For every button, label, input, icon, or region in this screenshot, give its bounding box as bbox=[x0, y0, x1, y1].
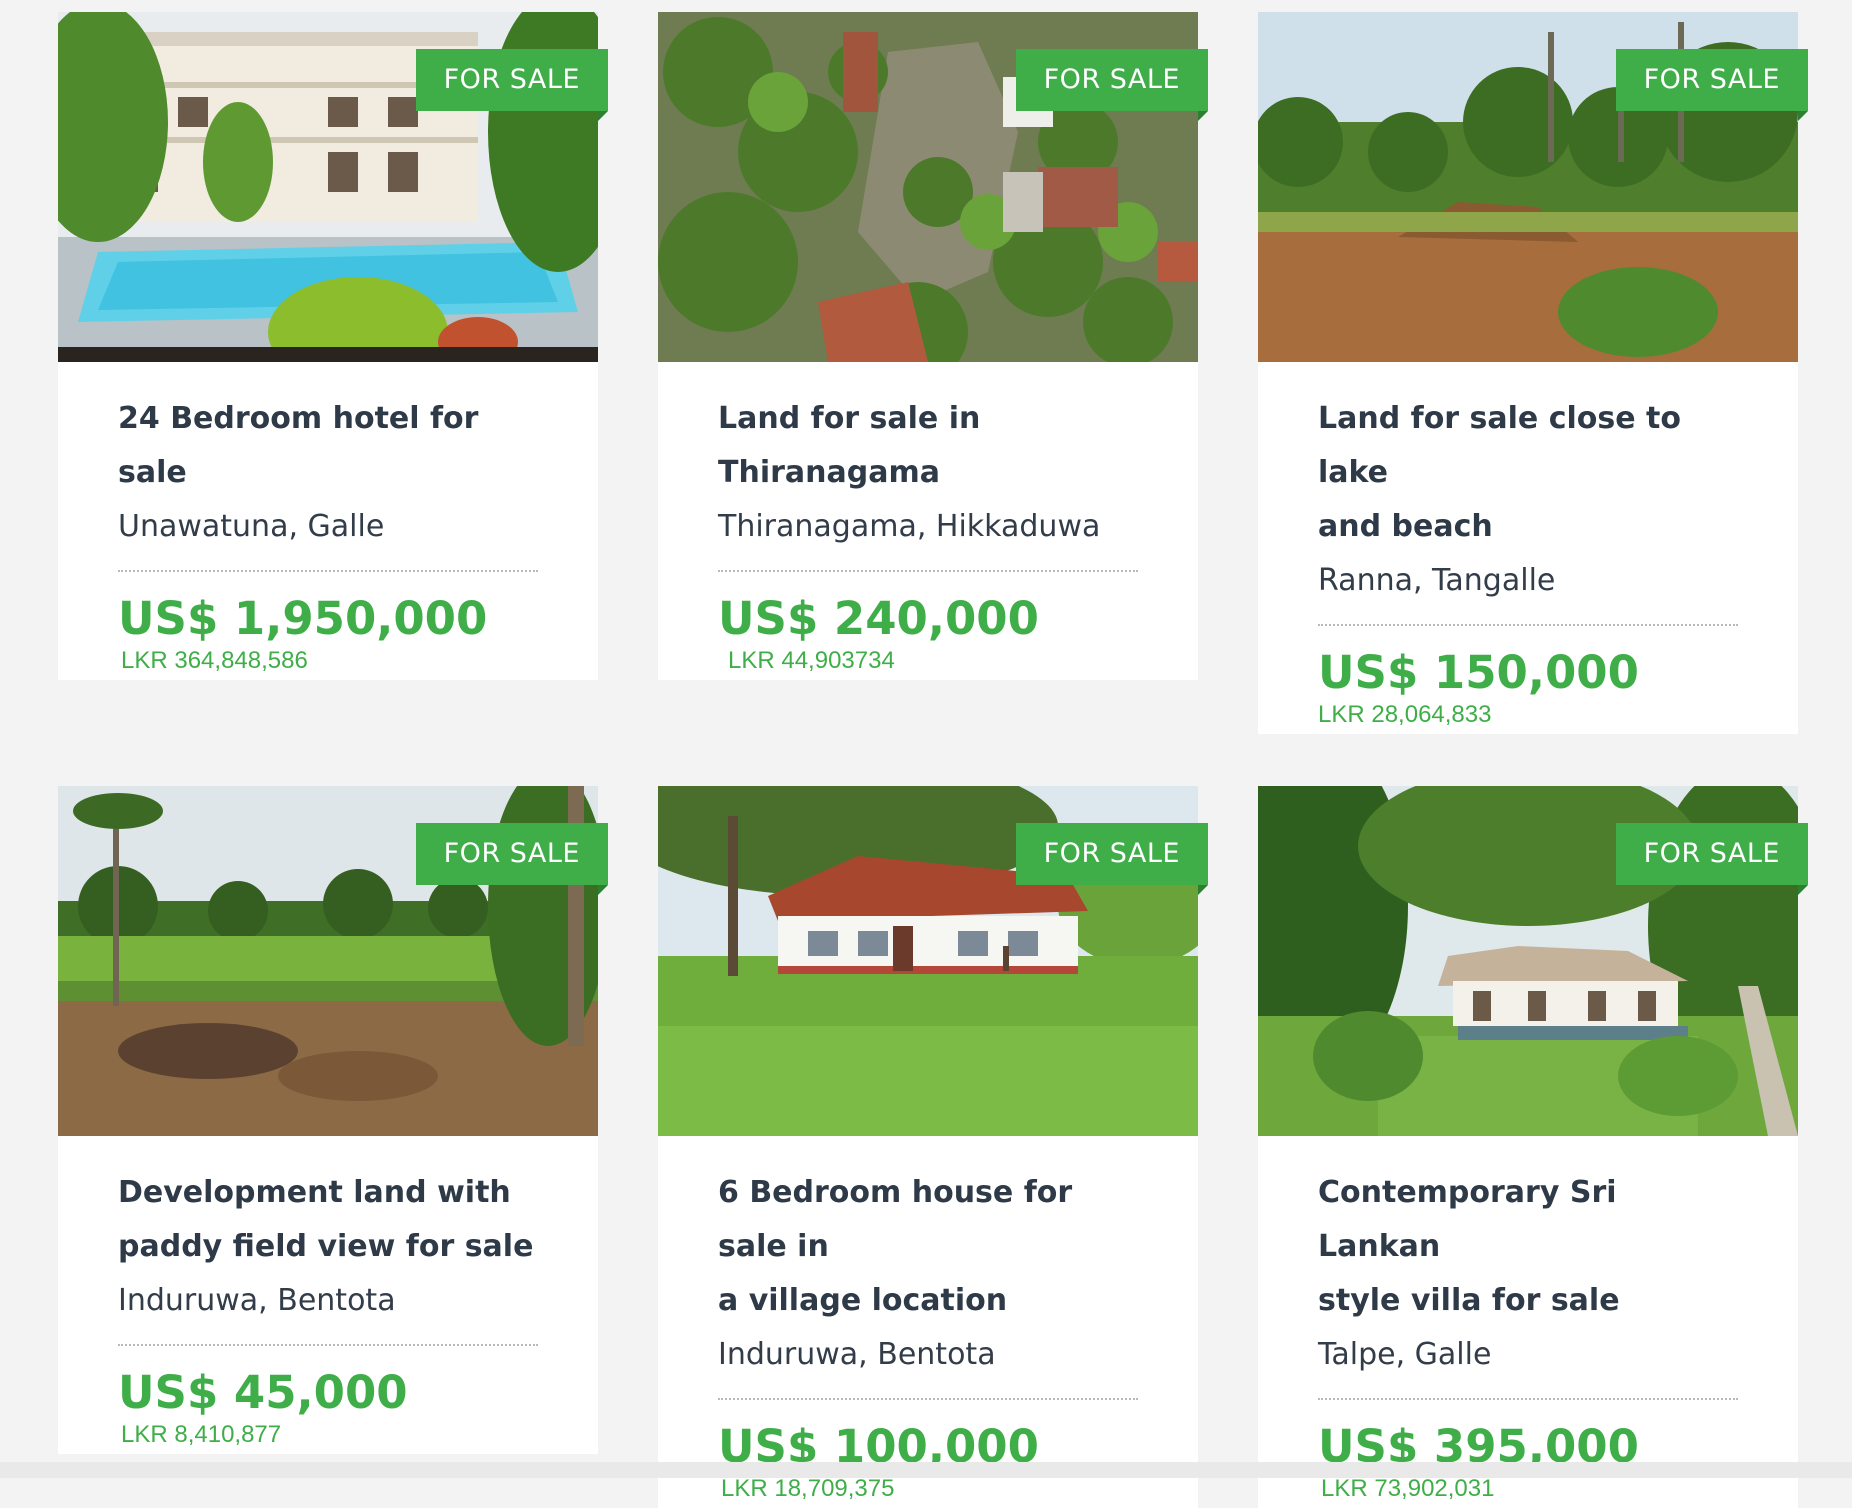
title-line: Land for sale close to lake bbox=[1318, 401, 1681, 490]
listing-card[interactable]: FOR SALE Development land with paddy fie… bbox=[58, 786, 609, 1454]
title-line: 6 Bedroom house for sale in bbox=[718, 1175, 1073, 1264]
listing-location: Induruwa, Bentota bbox=[718, 1337, 996, 1372]
divider bbox=[718, 570, 1138, 572]
title-line: and beach bbox=[1318, 509, 1493, 544]
listing-card[interactable]: FOR SALE Land for sale in Thiranagama Th… bbox=[658, 12, 1209, 680]
divider bbox=[118, 1344, 538, 1346]
title-line: Land for sale in bbox=[718, 401, 981, 436]
title-line: a village location bbox=[718, 1283, 1008, 1318]
title-line: Thiranagama bbox=[718, 455, 940, 490]
price-lkr: LKR 8,410,877 bbox=[121, 1421, 282, 1448]
price-lkr: LKR 28,064,833 bbox=[1318, 701, 1492, 728]
hotel-with-pool-photo[interactable]: FOR SALE bbox=[58, 12, 609, 362]
price-lkr: LKR 44,903734 bbox=[728, 647, 895, 674]
listing-title[interactable]: 24 Bedroom hotel for sale bbox=[118, 392, 538, 500]
price-usd: US$ 150,000 bbox=[1318, 646, 1639, 699]
paddy-field-land-photo[interactable]: FOR SALE bbox=[58, 786, 609, 1136]
listing-title[interactable]: Land for sale in Thiranagama bbox=[718, 392, 1138, 500]
listing-card[interactable]: FOR SALE Land for sale close to lake and… bbox=[1258, 12, 1809, 734]
listing-title[interactable]: 6 Bedroom house for sale in a village lo… bbox=[718, 1166, 1138, 1328]
for-sale-badge: FOR SALE bbox=[415, 49, 609, 121]
listing-title[interactable]: Development land with paddy field view f… bbox=[118, 1166, 538, 1274]
price-usd: US$ 45,000 bbox=[118, 1366, 408, 1419]
divider bbox=[718, 1398, 1138, 1400]
price-usd: US$ 240,000 bbox=[718, 592, 1039, 645]
page-bottom-edge bbox=[0, 1462, 1852, 1478]
listing-location: Ranna, Tangalle bbox=[1318, 563, 1556, 598]
divider bbox=[118, 570, 538, 572]
for-sale-badge: FOR SALE bbox=[1615, 823, 1809, 895]
price-lkr: LKR 364,848,586 bbox=[121, 647, 308, 674]
listing-card[interactable]: FOR SALE 6 Bedroom house for sale in a v… bbox=[658, 786, 1209, 1508]
village-house-photo[interactable]: FOR SALE bbox=[658, 786, 1209, 1136]
listing-location: Unawatuna, Galle bbox=[118, 509, 385, 544]
listing-title[interactable]: Land for sale close to lake and beach bbox=[1318, 392, 1738, 554]
listing-title[interactable]: Contemporary Sri Lankan style villa for … bbox=[1318, 1166, 1738, 1328]
divider bbox=[1318, 1398, 1738, 1400]
price-usd: US$ 1,950,000 bbox=[118, 592, 488, 645]
listing-location: Thiranagama, Hikkaduwa bbox=[718, 509, 1101, 544]
for-sale-badge: FOR SALE bbox=[1615, 49, 1809, 121]
for-sale-badge: FOR SALE bbox=[1015, 823, 1209, 895]
villa-garden-photo[interactable]: FOR SALE bbox=[1258, 786, 1809, 1136]
cleared-land-photo[interactable]: FOR SALE bbox=[1258, 12, 1809, 362]
price-lkr: LKR 18,709,375 bbox=[721, 1475, 895, 1502]
listing-location: Talpe, Galle bbox=[1318, 1337, 1492, 1372]
for-sale-badge: FOR SALE bbox=[1015, 49, 1209, 121]
listing-location: Induruwa, Bentota bbox=[118, 1283, 396, 1318]
listing-card[interactable]: FOR SALE Contemporary Sri Lankan style v… bbox=[1258, 786, 1809, 1508]
for-sale-badge: FOR SALE bbox=[415, 823, 609, 895]
listing-card[interactable]: FOR SALE 24 Bedroom hotel for sale Unawa… bbox=[58, 12, 609, 680]
title-line: Contemporary Sri Lankan bbox=[1318, 1175, 1617, 1264]
aerial-land-photo[interactable]: FOR SALE bbox=[658, 12, 1209, 362]
title-line: style villa for sale bbox=[1318, 1283, 1620, 1318]
title-line: paddy field view for sale bbox=[118, 1229, 534, 1264]
divider bbox=[1318, 624, 1738, 626]
price-lkr: LKR 73,902,031 bbox=[1321, 1475, 1495, 1502]
title-line: Development land with bbox=[118, 1175, 511, 1210]
